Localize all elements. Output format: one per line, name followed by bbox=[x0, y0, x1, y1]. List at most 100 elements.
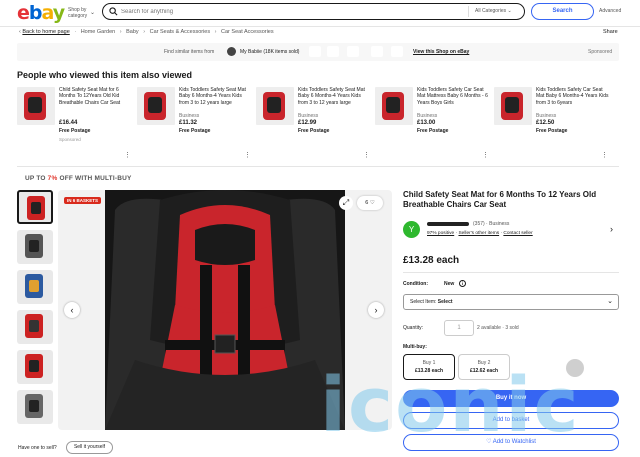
watch-count-button[interactable]: 6 ♡ bbox=[357, 196, 383, 210]
also-viewed-heading: People who viewed this item also viewed bbox=[17, 70, 193, 80]
seller-info-card[interactable]: Y (357) · Business 97% positive · Seller… bbox=[403, 219, 619, 241]
have-one-to-sell-label: Have one to sell? bbox=[18, 445, 57, 451]
product-thumbnail[interactable] bbox=[391, 46, 403, 57]
product-price: £16.44 bbox=[59, 120, 78, 126]
product-image[interactable] bbox=[375, 87, 413, 125]
multibuy-qty: Buy 2 bbox=[477, 360, 491, 366]
shop-by-category-button[interactable]: Shop by category ⌄ bbox=[68, 7, 96, 19]
seller-other-items-link[interactable]: Seller's other items bbox=[458, 231, 499, 236]
next-image-button[interactable]: › bbox=[368, 302, 384, 318]
seller-meta: (357) · Business bbox=[473, 221, 510, 227]
more-options-icon[interactable]: ⋮ bbox=[244, 151, 251, 159]
multibuy-label: Multi-buy: bbox=[403, 344, 427, 350]
product-image[interactable] bbox=[494, 87, 532, 125]
shop-by-category-label: Shop by category bbox=[68, 7, 88, 19]
product-image[interactable] bbox=[17, 87, 55, 125]
product-title[interactable]: Kids Toddlers Safety Seat Mat Baby 6 Mon… bbox=[179, 87, 253, 106]
view-shop-link[interactable]: View this Shop on eBay bbox=[413, 49, 469, 55]
product-photo bbox=[105, 190, 345, 430]
shipping-label: Free Postage bbox=[536, 128, 568, 134]
breadcrumb-separator: › bbox=[119, 29, 122, 35]
gallery-thumbnail[interactable] bbox=[17, 270, 53, 304]
shipping-label: Free Postage bbox=[417, 128, 449, 134]
more-options-icon[interactable]: ⋮ bbox=[482, 151, 489, 159]
gallery-thumbnail[interactable] bbox=[17, 310, 53, 344]
expand-icon[interactable]: ⤢ bbox=[339, 196, 353, 210]
multibuy-price: £13.28 each bbox=[414, 368, 444, 374]
share-link[interactable]: Share bbox=[603, 29, 618, 35]
product-price-main: £13.28 each bbox=[403, 255, 460, 266]
search-icon bbox=[109, 7, 118, 16]
main-product-image[interactable]: IN 6 BASKETS ‹ › ⤢ 6 ♡ bbox=[58, 190, 392, 430]
category-select[interactable]: All Categories ⌄ bbox=[468, 6, 524, 17]
product-price: £11.32 bbox=[179, 120, 198, 126]
add-to-watchlist-button[interactable]: ♡ Add to Watchlist bbox=[403, 434, 619, 451]
also-viewed-card[interactable]: Kids Toddlers Safety Car Seat Mat Mattre… bbox=[375, 87, 491, 159]
also-viewed-card[interactable]: Kids Toddlers Safety Car Seat Mat Baby 6… bbox=[494, 87, 610, 159]
chevron-down-icon: ⌄ bbox=[607, 298, 613, 305]
ebay-logo[interactable]: ebay bbox=[17, 2, 65, 24]
product-title[interactable]: Kids Toddlers Safety Car Seat Mat Mattre… bbox=[417, 87, 491, 106]
product-title-main: Child Safety Seat Mat for 6 Months To 12… bbox=[403, 190, 597, 209]
search-input[interactable] bbox=[121, 6, 461, 17]
seller-avatar bbox=[227, 47, 236, 56]
product-thumbnail[interactable] bbox=[371, 46, 383, 57]
breadcrumb-item[interactable]: Home Garden bbox=[81, 29, 116, 35]
loading-indicator bbox=[566, 359, 584, 377]
breadcrumb-item[interactable]: Car Seat Accessories bbox=[221, 29, 274, 35]
breadcrumb-item[interactable]: Baby bbox=[126, 29, 139, 35]
seller-name-redacted[interactable] bbox=[427, 222, 469, 226]
breadcrumb-separator: › bbox=[143, 29, 146, 35]
seller-type: Business bbox=[179, 113, 200, 119]
sponsored-label: Sponsored bbox=[588, 49, 613, 55]
condition-label: Condition: bbox=[403, 281, 428, 287]
product-thumbnail[interactable] bbox=[327, 46, 339, 57]
product-price: £13.00 bbox=[417, 120, 436, 126]
gallery-thumbnail[interactable] bbox=[17, 190, 53, 224]
multibuy-price: £12.62 each bbox=[469, 368, 499, 374]
sell-it-yourself-button[interactable]: Sell it yourself bbox=[66, 441, 113, 454]
similar-seller-name[interactable]: My Babiie (18K items sold) bbox=[240, 49, 299, 55]
more-options-icon[interactable]: ⋮ bbox=[601, 151, 608, 159]
contact-seller-link[interactable]: Contact seller bbox=[503, 231, 532, 236]
product-image[interactable] bbox=[137, 87, 175, 125]
product-title[interactable]: Kids Toddlers Safety Seat Mat Baby 6 Mon… bbox=[298, 87, 372, 106]
category-select-label: All Categories bbox=[475, 8, 507, 14]
chevron-right-icon[interactable]: › bbox=[610, 224, 613, 234]
gallery-thumbnail[interactable] bbox=[17, 390, 53, 424]
quantity-label: Quantity: bbox=[403, 325, 424, 331]
promo-suffix: OFF WITH MULTI-BUY bbox=[57, 175, 132, 182]
availability-text: 2 available · 3 sold bbox=[477, 325, 519, 331]
seller-links: 97% positive · Seller's other items · Co… bbox=[427, 231, 533, 236]
also-viewed-card[interactable]: Kids Toddlers Safety Seat Mat Baby 6 Mon… bbox=[137, 87, 253, 159]
add-to-basket-button[interactable]: Add to basket bbox=[403, 412, 619, 429]
quantity-input[interactable]: 1 bbox=[444, 320, 474, 336]
item-select-dropdown[interactable]: Select Item: Select ⌄ bbox=[403, 294, 619, 310]
back-to-home-link[interactable]: Back to home page bbox=[22, 29, 69, 35]
info-icon[interactable]: i bbox=[459, 280, 466, 287]
gallery-thumbnail[interactable] bbox=[17, 350, 53, 384]
gallery-thumbnail[interactable] bbox=[17, 230, 53, 264]
multibuy-option-1[interactable]: Buy 1 £13.28 each bbox=[403, 354, 455, 380]
also-viewed-card[interactable]: Kids Toddlers Safety Seat Mat Baby 6 Mon… bbox=[256, 87, 372, 159]
previous-image-button[interactable]: ‹ bbox=[64, 302, 80, 318]
multibuy-option-2[interactable]: Buy 2 £12.62 each bbox=[458, 354, 510, 380]
advanced-search-link[interactable]: Advanced bbox=[599, 8, 621, 14]
section-divider bbox=[17, 166, 619, 167]
positive-feedback-link[interactable]: 97% positive bbox=[427, 231, 454, 236]
product-thumbnail[interactable] bbox=[347, 46, 359, 57]
product-title[interactable]: Kids Toddlers Safety Car Seat Mat Baby 6… bbox=[536, 87, 610, 106]
product-image[interactable] bbox=[256, 87, 294, 125]
buy-it-now-button[interactable]: Buy it now bbox=[403, 390, 619, 407]
also-viewed-card[interactable]: Child Safety Seat Mat for 6 Months To 12… bbox=[17, 87, 133, 159]
seller-type: Business bbox=[417, 113, 438, 119]
product-price: £12.50 bbox=[536, 120, 555, 126]
more-options-icon[interactable]: ⋮ bbox=[124, 151, 131, 159]
multibuy-qty: Buy 1 bbox=[422, 360, 436, 366]
product-title[interactable]: Child Safety Seat Mat for 6 Months To 12… bbox=[59, 87, 133, 106]
search-button[interactable]: Search bbox=[531, 3, 594, 20]
breadcrumb-item[interactable]: Car Seats & Accessories bbox=[150, 29, 211, 35]
car-seat-illustration bbox=[105, 190, 345, 430]
product-thumbnail[interactable] bbox=[309, 46, 321, 57]
more-options-icon[interactable]: ⋮ bbox=[363, 151, 370, 159]
